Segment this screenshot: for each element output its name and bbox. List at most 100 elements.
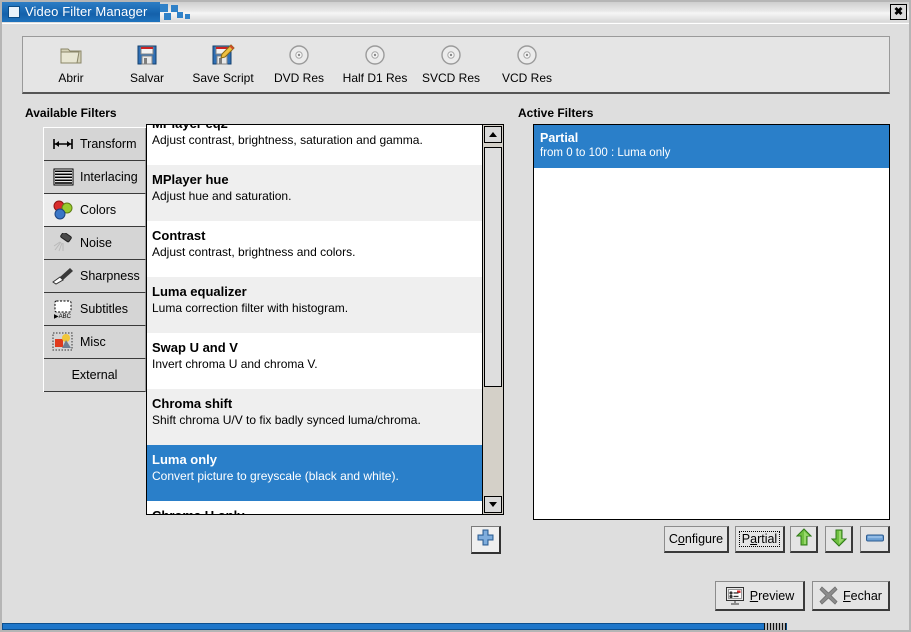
- title-bar: Video Filter Manager ✖: [2, 2, 909, 22]
- active-filter-item[interactable]: Partial from 0 to 100 : Luma only: [534, 125, 889, 168]
- plus-icon: [476, 529, 495, 551]
- toolbar-button-dvd-res[interactable]: DVD Res: [261, 37, 337, 91]
- svg-text:▶ABC: ▶ABC: [54, 314, 72, 319]
- filter-list-item[interactable]: Chroma shift Shift chroma U/V to fix bad…: [147, 389, 482, 445]
- category-item-colors[interactable]: Colors: [44, 194, 146, 227]
- partial-button[interactable]: Partial: [735, 526, 785, 553]
- scroll-up-button[interactable]: [484, 126, 502, 143]
- floppy-disk-icon: [136, 42, 158, 68]
- category-item-sharpness[interactable]: Sharpness: [44, 260, 146, 293]
- category-item-transform[interactable]: Transform: [44, 128, 146, 161]
- arrow-up-icon: [795, 528, 812, 550]
- toolbar-button-vcd-res[interactable]: VCD Res: [489, 37, 565, 91]
- toolbar-label: Half D1 Res: [342, 71, 408, 85]
- scanlines-icon: [51, 167, 75, 187]
- available-filters-label: Available Filters: [25, 106, 117, 120]
- filter-description: Luma correction filter with histogram.: [152, 301, 349, 315]
- preview-button[interactable]: Preview: [715, 581, 805, 611]
- configure-label: Configure: [668, 532, 724, 546]
- toolbar-label: Abrir: [58, 71, 84, 85]
- filter-name: Luma only: [152, 452, 218, 467]
- toolbar-button-save[interactable]: Salvar: [109, 37, 185, 91]
- toolbar: Abrir Salvar Save Script DVD Res Half D1…: [22, 36, 890, 94]
- category-label: Subtitles: [80, 302, 128, 316]
- partial-label: Partial: [738, 531, 781, 547]
- toolbar-button-save-script[interactable]: Save Script: [185, 37, 261, 91]
- window-icon: [8, 6, 20, 18]
- filter-name: MPlayer hue: [152, 172, 229, 187]
- scroll-down-button[interactable]: [484, 496, 502, 513]
- close-window-button[interactable]: ✖: [890, 4, 907, 20]
- arrows-horizontal-icon: [51, 134, 75, 154]
- titlebar-decoration-square: [177, 12, 183, 18]
- filter-description: Shift chroma U/V to fix badly synced lum…: [152, 413, 421, 427]
- add-filter-button[interactable]: [471, 526, 501, 554]
- filter-description: Adjust hue and saturation.: [152, 189, 292, 203]
- disc-icon: [516, 42, 538, 68]
- active-filters-label: Active Filters: [518, 106, 594, 120]
- arrow-down-icon: [830, 528, 847, 550]
- close-dialog-button[interactable]: Fechar: [812, 581, 890, 611]
- toolbar-button-half-d1-res[interactable]: Half D1 Res: [337, 37, 413, 91]
- brush-icon: [51, 266, 75, 286]
- category-item-subtitles[interactable]: ▶ABC Subtitles: [44, 293, 146, 326]
- subtitle-abc-icon: ▶ABC: [51, 299, 75, 319]
- filter-description: Invert chroma U and chroma V.: [152, 357, 318, 371]
- filter-description: Convert picture to greyscale (black and …: [152, 469, 399, 483]
- filter-list-item[interactable]: MPlayer eq2 Adjust contrast, brightness,…: [147, 125, 482, 165]
- filter-list-item[interactable]: Luma equalizer Luma correction filter wi…: [147, 277, 482, 333]
- video-filter-manager-window: Video Filter Manager ✖ Abrir Salvar Save…: [0, 0, 911, 632]
- category-label: Noise: [80, 236, 112, 250]
- filter-list-item-selected[interactable]: Luma only Convert picture to greyscale (…: [147, 445, 482, 501]
- configure-button[interactable]: Configure: [664, 526, 729, 553]
- category-item-noise[interactable]: Noise: [44, 227, 146, 260]
- misc-shapes-icon: [51, 332, 75, 352]
- color-spheres-icon: [51, 200, 75, 220]
- category-label: External: [71, 368, 118, 382]
- titlebar-decoration-square: [171, 5, 178, 12]
- disc-icon: [440, 42, 462, 68]
- move-filter-up-button[interactable]: [790, 526, 818, 553]
- filter-name: Swap U and V: [152, 340, 238, 355]
- filter-list-item[interactable]: Swap U and V Invert chroma U and chroma …: [147, 333, 482, 389]
- preview-label: Preview: [749, 588, 795, 603]
- move-filter-down-button[interactable]: [825, 526, 853, 553]
- minus-icon: [865, 532, 884, 546]
- toolbar-button-open[interactable]: Abrir: [33, 37, 109, 91]
- scrollbar-thumb[interactable]: [484, 147, 502, 387]
- close-icon: ✖: [893, 5, 904, 18]
- category-item-misc[interactable]: Misc: [44, 326, 146, 359]
- disc-icon: [288, 42, 310, 68]
- filter-list-item[interactable]: Chroma U only: [147, 501, 482, 514]
- filter-category-list: Transform Interlacing Colors Noise Sharp…: [43, 127, 146, 392]
- window-title: Video Filter Manager: [25, 4, 148, 19]
- filter-list-item[interactable]: MPlayer hue Adjust hue and saturation.: [147, 165, 482, 221]
- active-filters-list[interactable]: Partial from 0 to 100 : Luma only: [533, 124, 890, 520]
- fechar-label: Fechar: [843, 588, 882, 603]
- toolbar-label: SVCD Res: [421, 71, 480, 85]
- active-filter-name: Partial: [540, 131, 579, 145]
- triangle-down-icon: [489, 502, 497, 507]
- toolbar-label: DVD Res: [273, 71, 324, 85]
- filter-name: Luma equalizer: [152, 284, 247, 299]
- category-label: Sharpness: [80, 269, 140, 283]
- available-filters-list[interactable]: MPlayer eq2 Adjust contrast, brightness,…: [146, 124, 504, 515]
- folder-open-icon: [59, 42, 83, 68]
- filter-description: Adjust contrast, brightness and colors.: [152, 245, 356, 259]
- remove-filter-button[interactable]: [860, 526, 890, 553]
- floppy-disk-pencil-icon: [211, 42, 235, 68]
- filter-list-item[interactable]: Contrast Adjust contrast, brightness and…: [147, 221, 482, 277]
- toolbar-label: Salvar: [129, 71, 164, 85]
- category-item-external[interactable]: External: [44, 359, 146, 392]
- triangle-up-icon: [489, 132, 497, 137]
- category-item-interlacing[interactable]: Interlacing: [44, 161, 146, 194]
- disc-icon: [364, 42, 386, 68]
- filter-name: Contrast: [152, 228, 206, 243]
- active-filter-description: from 0 to 100 : Luma only: [540, 147, 671, 159]
- toolbar-label: VCD Res: [501, 71, 552, 85]
- spray-can-icon: [51, 233, 75, 253]
- toolbar-label: Save Script: [192, 71, 254, 85]
- filter-list-scrollbar[interactable]: [482, 125, 503, 514]
- preview-screen-icon: [725, 586, 745, 605]
- toolbar-button-svcd-res[interactable]: SVCD Res: [413, 37, 489, 91]
